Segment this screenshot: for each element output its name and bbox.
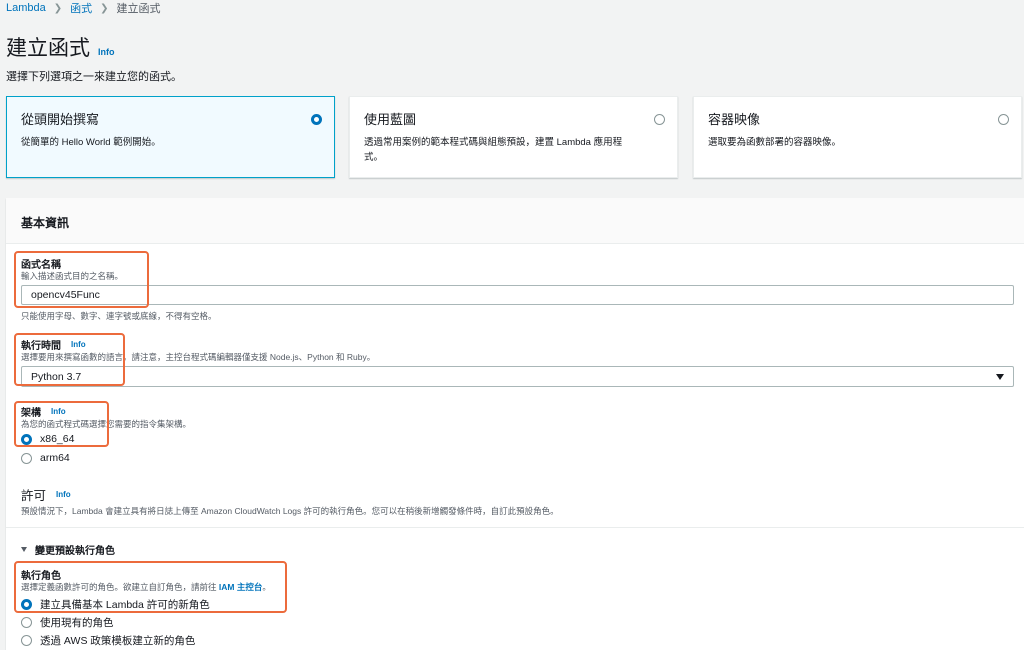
option-title: 使用藍圖 [364,112,417,127]
option-title: 從頭開始撰寫 [21,112,100,127]
radio-checked[interactable] [21,433,32,445]
permissions-title-text: 許可 [21,489,47,503]
architecture-desc: 為您的函式程式碼選擇您需要的指令集架構。 [21,419,192,429]
option-desc: 選取要為函數部署的容器映像。 [708,137,842,148]
radio-unchecked[interactable] [21,452,32,464]
permissions-desc: 預設情況下，Lambda 會建立具有將日誌上傳至 Amazon CloudWat… [21,506,559,516]
radio-unchecked[interactable] [21,635,32,646]
execution-role-label: 執行角色 [21,567,61,582]
option-desc: 透過常用案例的範本程式碼與組態預設，建置 Lambda 應用程式。 [364,137,623,163]
runtime-value: Python 3.7 [31,370,82,383]
function-name-desc: 輸入描述函式目的之名稱。 [21,271,124,281]
option-radio[interactable] [311,114,322,125]
breadcrumb-functions[interactable]: 函式 [70,0,92,16]
page-description: 選擇下列選項之一來建立您的函式。 [6,71,182,83]
function-name-label: 函式名稱 [21,256,61,271]
chevron-right-icon: ❯ [100,2,109,14]
triangle-down-icon [21,547,27,552]
expander-label: 變更預設執行角色 [35,546,115,557]
function-name-label-text: 函式名稱 [21,260,61,271]
panel-title: 基本資訊 [6,198,1024,244]
option-radio[interactable] [998,114,1009,125]
runtime-desc: 選擇要用來撰寫函數的語言。請注意，主控台程式碼編輯器僅支援 Node.js、Py… [21,352,376,362]
option-desc: 從簡單的 Hello World 範例開始。 [21,137,161,148]
runtime-select[interactable]: Python 3.7 [21,366,1014,387]
runtime-label-text: 執行時間 [21,341,61,352]
radio-checked[interactable] [21,599,32,610]
execution-role-desc-text: 選擇定義函數許可的角色。欲建立自訂角色，請前往 [21,582,217,592]
change-default-role-expander[interactable]: 變更預設執行角色 [21,542,115,557]
role-option-policy-template[interactable]: 透過 AWS 政策模板建立新的角色 [21,633,195,648]
basic-info-panel: 基本資訊 函式名稱 輸入描述函式目的之名稱。 opencv45Func 只能使用… [6,198,1024,650]
function-name-hint: 只能使用字母、數字、連字號或底線，不得有空格。 [21,311,217,321]
page-title: 建立函式 [6,37,90,60]
divider [6,527,1024,528]
option-radio[interactable] [654,114,665,125]
architecture-info-link[interactable]: Info [51,407,66,416]
radio-label: 建立具備基本 Lambda 許可的新角色 [40,599,210,611]
role-option-new-basic[interactable]: 建立具備基本 Lambda 許可的新角色 [21,597,210,612]
runtime-label: 執行時間 Info [21,337,86,352]
breadcrumb-lambda[interactable]: Lambda [6,2,46,14]
caret-down-icon [996,373,1004,380]
page-title-row: 建立函式 Info [6,32,115,62]
function-name-input[interactable]: opencv45Func [21,285,1014,305]
breadcrumb-current: 建立函式 [116,3,161,15]
execution-role-label-text: 執行角色 [21,571,61,582]
radio-label: 使用現有的角色 [40,617,114,629]
role-option-existing[interactable]: 使用現有的角色 [21,615,114,630]
option-container-image[interactable]: 容器映像 選取要為函數部署的容器映像。 [693,96,1022,178]
execution-role-desc: 選擇定義函數許可的角色。欲建立自訂角色，請前往 IAM 主控台。 [21,581,271,593]
architecture-option-x86[interactable]: x86_64 [21,433,74,445]
function-name-value: opencv45Func [31,289,100,301]
iam-console-link[interactable]: IAM 主控台 [219,582,262,592]
architecture-option-arm64[interactable]: arm64 [21,452,70,464]
architecture-label-text: 架構 [21,408,41,419]
permissions-info-link[interactable]: Info [56,490,71,499]
option-blueprint[interactable]: 使用藍圖 透過常用案例的範本程式碼與組態預設，建置 Lambda 應用程式。 [349,96,678,178]
radio-unchecked[interactable] [21,617,32,628]
radio-label: x86_64 [40,433,75,445]
architecture-label: 架構 Info [21,404,66,419]
option-title: 容器映像 [708,112,761,127]
permissions-title: 許可 Info [21,485,71,504]
radio-label: arm64 [40,452,70,464]
breadcrumb: Lambda ❯ 函式 ❯ 建立函式 [6,0,161,16]
runtime-info-link[interactable]: Info [71,340,86,349]
chevron-right-icon: ❯ [53,2,63,14]
radio-label: 透過 AWS 政策模板建立新的角色 [40,635,196,647]
page-info-link[interactable]: Info [98,47,115,57]
execution-role-desc-end: 。 [262,582,271,592]
option-author-from-scratch[interactable]: 從頭開始撰寫 從簡單的 Hello World 範例開始。 [6,96,335,178]
